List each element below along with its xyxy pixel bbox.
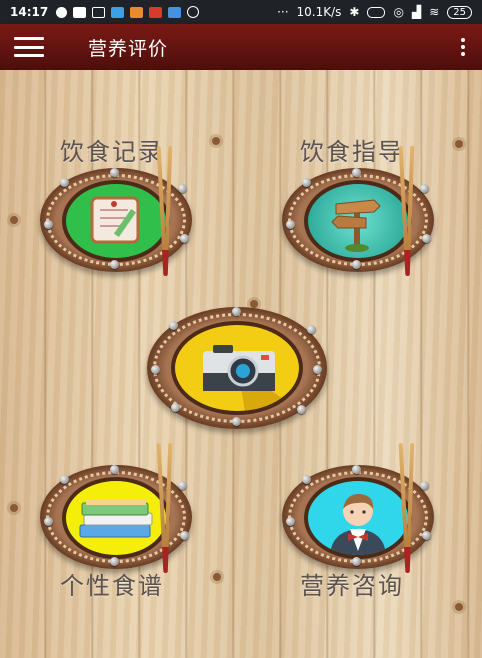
- plate-center: [62, 180, 170, 262]
- diet-guidance-button[interactable]: [282, 145, 434, 277]
- app-notification-icon: [56, 6, 68, 18]
- app-notification-icon: [168, 6, 182, 18]
- app-notification-icon: [187, 6, 200, 18]
- app-bar: 营养评价: [0, 24, 482, 70]
- diet-record-button[interactable]: [40, 145, 192, 277]
- wood-knot: [10, 216, 18, 224]
- label-diet-record: 饮食记录: [60, 138, 164, 166]
- plate-center: [171, 321, 303, 415]
- wood-background: 饮食记录 饮食指导 个性食谱 营养咨询: [0, 70, 482, 658]
- nutrition-consult-button[interactable]: [282, 442, 434, 574]
- label-nutrition-consult: 营养咨询: [300, 572, 404, 600]
- chopsticks-icon: [156, 145, 173, 277]
- notification-icons: [56, 6, 200, 18]
- camera-button[interactable]: [147, 307, 327, 429]
- alarm-icon: ◎: [393, 5, 404, 19]
- notebook-icon: [90, 196, 140, 244]
- wood-knot: [213, 573, 221, 581]
- label-personal-recipes: 个性食谱: [60, 572, 164, 600]
- wood-knot: [455, 603, 463, 611]
- waiter-icon: [330, 493, 386, 555]
- battery-icon: 25: [447, 5, 472, 19]
- chopsticks-icon: [398, 145, 415, 277]
- network-speed: 10.1K/s: [296, 5, 342, 19]
- chopsticks-icon: [398, 442, 415, 574]
- wood-knot: [212, 137, 220, 145]
- toggle-icon: [367, 6, 386, 18]
- camera-icon: [203, 345, 299, 411]
- signpost-icon: [331, 199, 381, 252]
- more-vert-icon[interactable]: [458, 38, 468, 56]
- books-icon: [79, 499, 153, 538]
- status-dots: ···: [277, 5, 289, 19]
- notification-icon: [73, 6, 87, 18]
- mail-icon: [92, 6, 106, 18]
- signal-icon: ▟: [411, 5, 422, 19]
- bluetooth-icon: ✱: [349, 5, 360, 19]
- app-notification-icon: [111, 6, 125, 18]
- app-notification-icon: [130, 6, 144, 18]
- wood-knot: [10, 504, 18, 512]
- weibo-icon: [149, 6, 163, 18]
- status-bar: 14:17 ··· 10.1K/s ✱ ◎ ▟ ≋ 25: [0, 0, 482, 24]
- plate-center: [304, 477, 412, 559]
- wifi-icon: ≋: [429, 5, 440, 19]
- plate-center: [304, 180, 412, 262]
- status-time: 14:17: [10, 5, 49, 19]
- page-title: 营养评价: [88, 37, 169, 60]
- plate-center: [62, 477, 170, 559]
- personal-recipes-button[interactable]: [40, 442, 192, 574]
- status-right: ··· 10.1K/s ✱ ◎ ▟ ≋ 25: [277, 5, 472, 19]
- chopsticks-icon: [156, 442, 173, 574]
- label-diet-guidance: 饮食指导: [300, 138, 404, 166]
- hamburger-menu-icon[interactable]: [14, 37, 44, 57]
- wood-knot: [455, 140, 463, 148]
